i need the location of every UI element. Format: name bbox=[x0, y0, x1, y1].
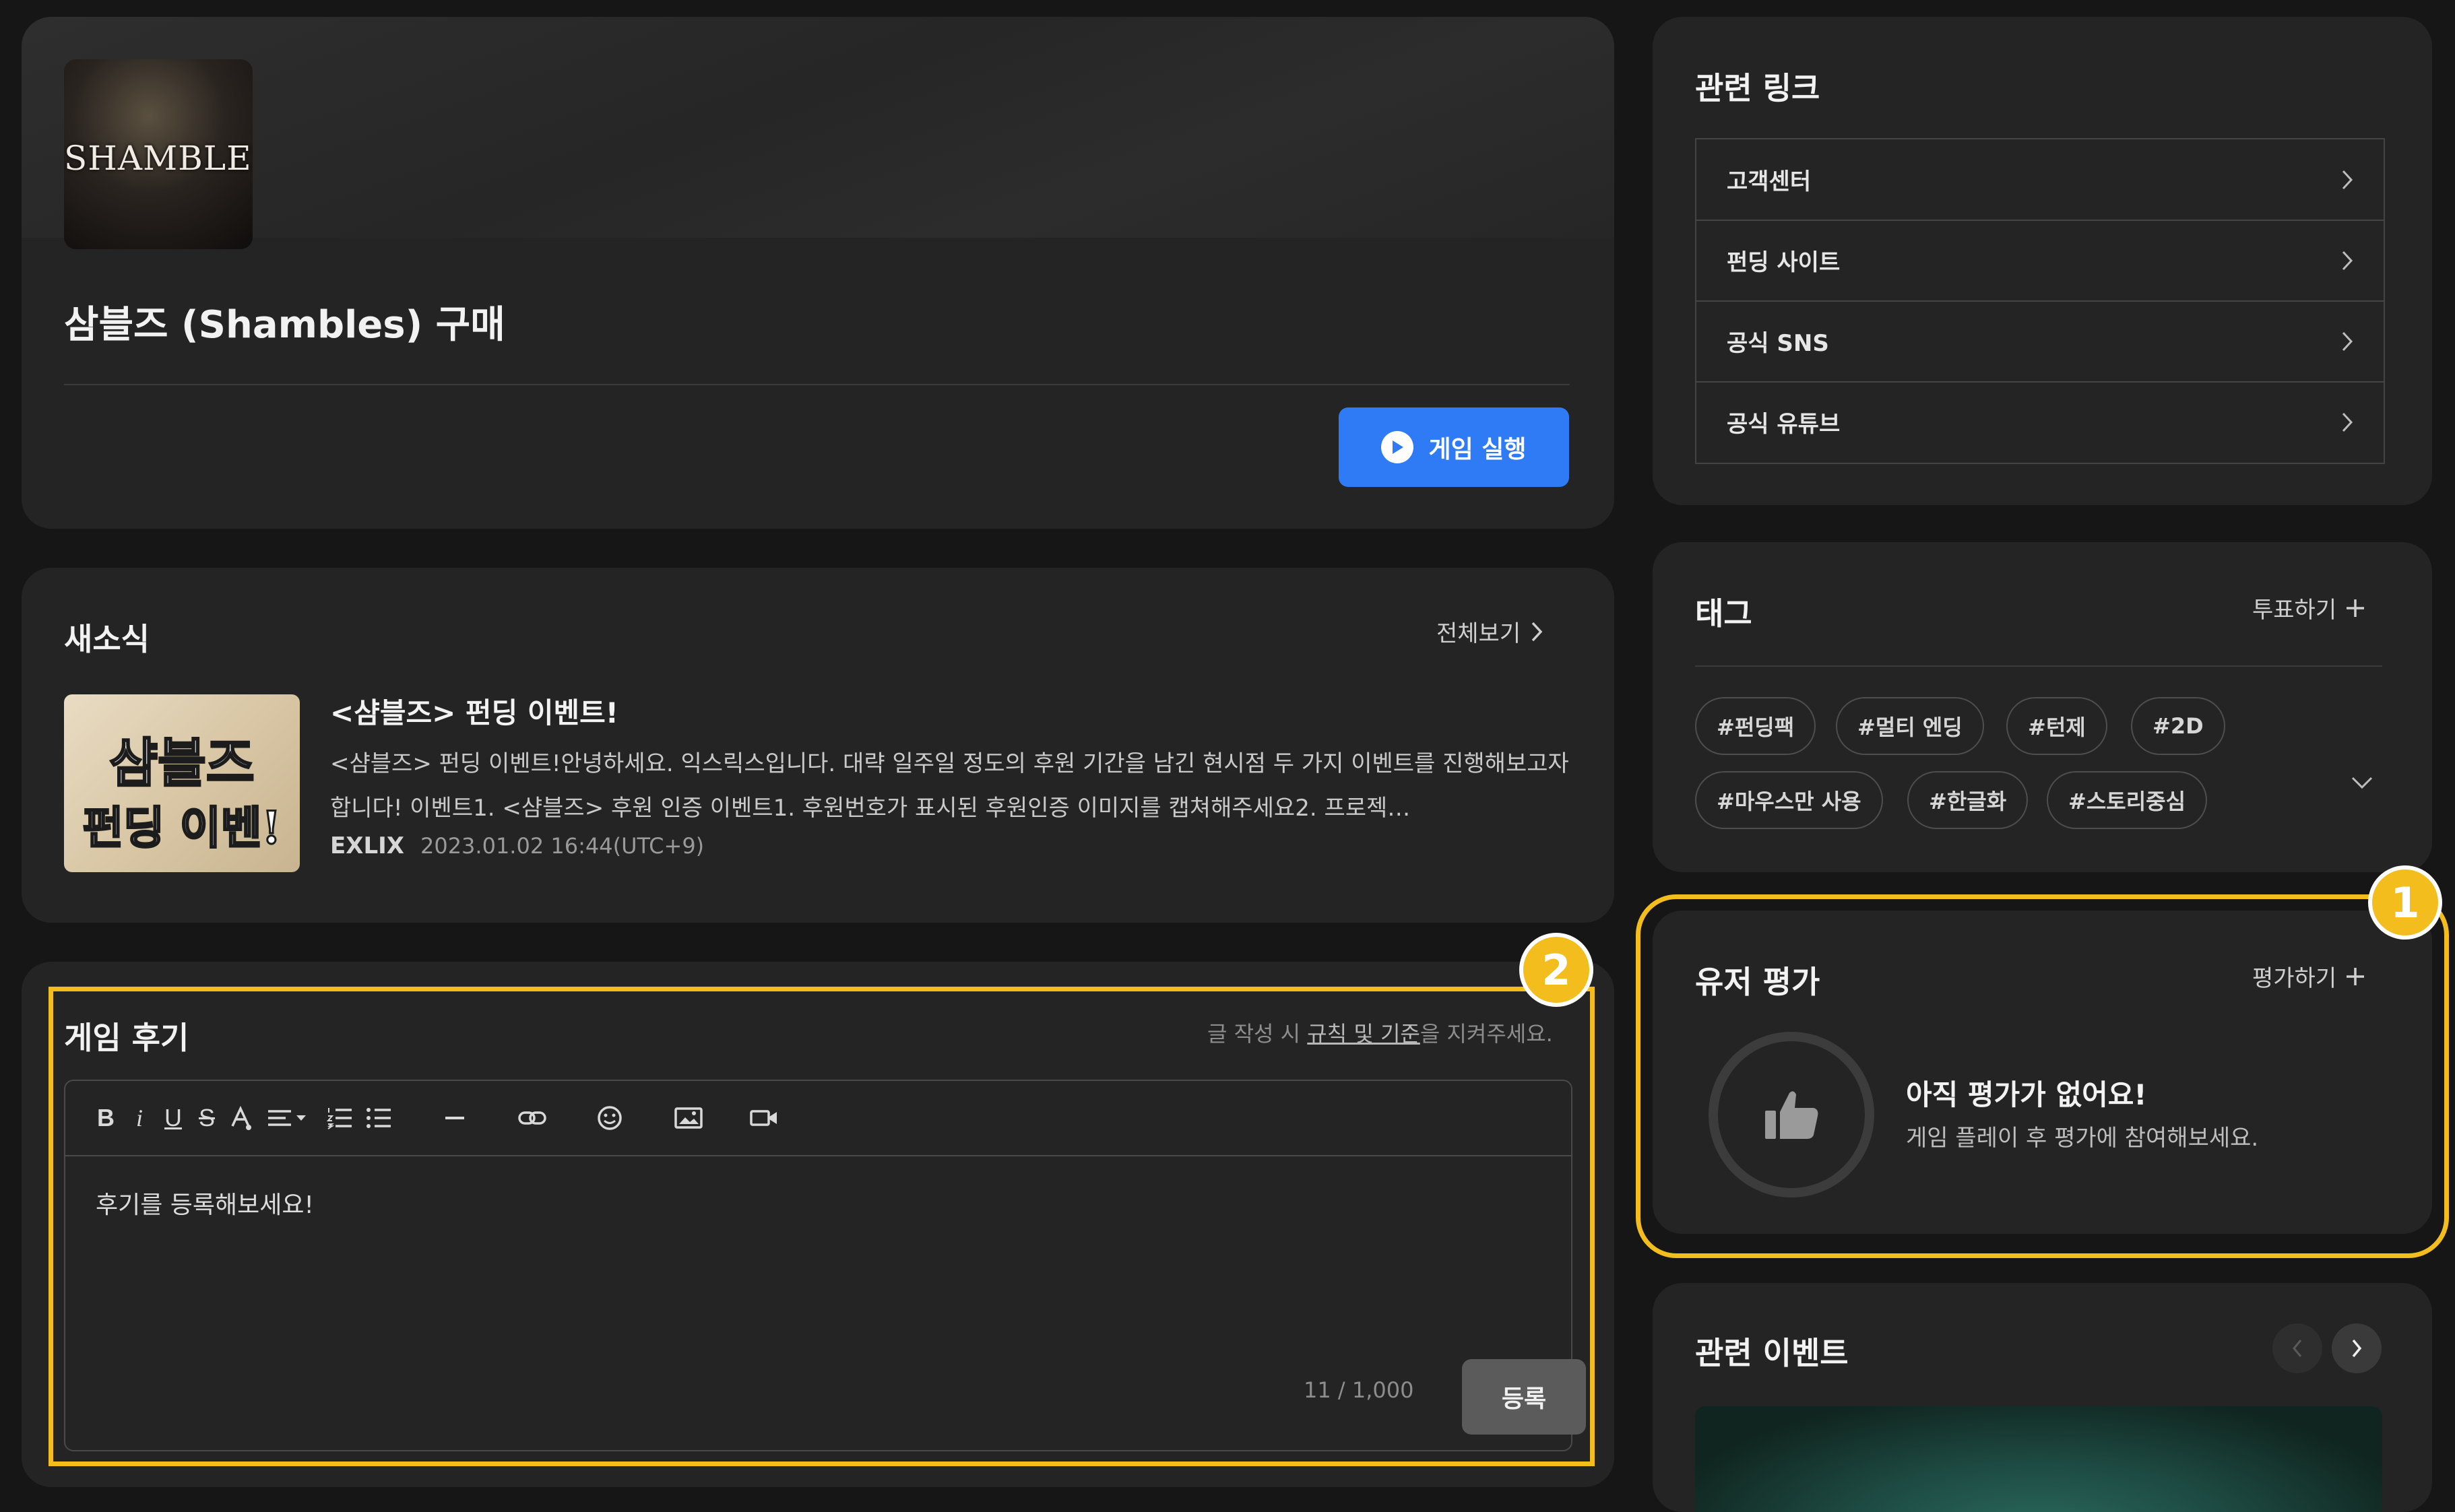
link-label: 펀딩 사이트 bbox=[1727, 249, 1841, 276]
events-next-button[interactable] bbox=[2332, 1323, 2382, 1373]
game-card: SHAMBLES 삼블즈 (Shambles) 구매 게임 실행 bbox=[22, 17, 1614, 529]
link-label: 공식 SNS bbox=[1727, 330, 1829, 357]
chevron-right-icon bbox=[2342, 251, 2353, 270]
vote-label: 투표하기 bbox=[2252, 597, 2337, 624]
news-section-title: 새소식 bbox=[64, 621, 150, 657]
chevron-right-icon bbox=[2342, 412, 2353, 432]
tag-chip[interactable]: #마우스만 사용 bbox=[1695, 771, 1883, 829]
game-cover-image: SHAMBLES bbox=[64, 59, 253, 249]
chevron-right-icon bbox=[1531, 622, 1543, 641]
link-funding-site[interactable]: 펀딩 사이트 bbox=[1696, 220, 2384, 300]
related-links-card: 관련 링크 고객센터 펀딩 사이트 공식 SNS 공식 유튜브 bbox=[1653, 17, 2432, 505]
event-image[interactable] bbox=[1695, 1406, 2382, 1512]
news-item-excerpt: <샴블즈> 펀딩 이벤트!안녕하세요. 익스릭스입니다. 대략 일주일 정도의 … bbox=[330, 750, 1569, 822]
game-title: 삼블즈 (Shambles) 구매 bbox=[64, 303, 505, 347]
chevron-right-icon bbox=[2342, 170, 2353, 189]
news-card: 새소식 전체보기 샴블즈 펀딩 이벤! <샴블즈> 펀딩 이벤트! <샴블즈> … bbox=[22, 568, 1614, 923]
annotation-badge-2: 2 bbox=[1519, 933, 1593, 1007]
tags-title: 태그 bbox=[1695, 595, 1752, 632]
news-author: EXLIX bbox=[330, 832, 404, 859]
link-label: 고객센터 bbox=[1727, 168, 1812, 195]
divider bbox=[1695, 665, 2382, 667]
divider bbox=[64, 384, 1570, 385]
tag-chip[interactable]: #턴제 bbox=[2006, 697, 2107, 755]
game-cover-logo: SHAMBLES bbox=[64, 139, 253, 178]
tags-vote-button[interactable]: 투표하기 bbox=[2252, 591, 2366, 624]
chevron-right-icon bbox=[2352, 1339, 2362, 1358]
tags-card: 태그 투표하기 #펀딩팩 #멀티 엔딩 #턴제 #2D #마우스만 사용 #한글… bbox=[1653, 542, 2432, 872]
play-icon bbox=[1381, 431, 1414, 463]
link-official-sns[interactable]: 공식 SNS bbox=[1696, 300, 2384, 381]
news-item-meta: EXLIX 2023.01.02 16:44(UTC+9) bbox=[330, 832, 704, 859]
annotation-badge-1: 1 bbox=[2368, 865, 2442, 940]
tag-chip[interactable]: #스토리중심 bbox=[2047, 771, 2208, 829]
view-all-label: 전체보기 bbox=[1436, 620, 1521, 647]
link-label: 공식 유튜브 bbox=[1727, 411, 1841, 438]
events-prev-button[interactable] bbox=[2272, 1323, 2322, 1373]
thumbnail-text-line: 펀딩 이벤! bbox=[82, 801, 282, 855]
chevron-left-icon bbox=[2293, 1340, 2302, 1357]
highlight-box-1 bbox=[1636, 894, 2449, 1258]
link-customer-center[interactable]: 고객센터 bbox=[1696, 139, 2384, 220]
link-official-youtube[interactable]: 공식 유튜브 bbox=[1696, 381, 2384, 461]
highlight-box-2 bbox=[49, 987, 1595, 1466]
news-thumbnail[interactable]: 샴블즈 펀딩 이벤! bbox=[64, 694, 300, 872]
tag-chip[interactable]: #펀딩팩 bbox=[1695, 697, 1816, 755]
news-date: 2023.01.02 16:44(UTC+9) bbox=[420, 833, 705, 859]
chevron-down-icon[interactable] bbox=[2350, 775, 2374, 791]
tag-chip[interactable]: #멀티 엔딩 bbox=[1836, 697, 1984, 755]
related-events-card: 관련 이벤트 bbox=[1653, 1283, 2432, 1512]
chevron-right-icon bbox=[2342, 331, 2353, 351]
launch-game-button[interactable]: 게임 실행 bbox=[1339, 407, 1569, 487]
related-links-title: 관련 링크 bbox=[1695, 70, 1820, 106]
thumbnail-text-line: 샴블즈 bbox=[108, 732, 255, 795]
plus-icon bbox=[2347, 599, 2365, 617]
game-banner bbox=[22, 17, 1614, 238]
tag-chip[interactable]: #한글화 bbox=[1907, 771, 2029, 829]
related-events-title: 관련 이벤트 bbox=[1695, 1335, 1849, 1371]
tag-chip[interactable]: #2D bbox=[2131, 697, 2225, 755]
news-item-title[interactable]: <샴블즈> 펀딩 이벤트! bbox=[330, 690, 618, 731]
news-view-all-link[interactable]: 전체보기 bbox=[1436, 615, 1543, 648]
related-links-list: 고객센터 펀딩 사이트 공식 SNS 공식 유튜브 bbox=[1695, 138, 2385, 464]
launch-game-label: 게임 실행 bbox=[1428, 436, 1527, 463]
